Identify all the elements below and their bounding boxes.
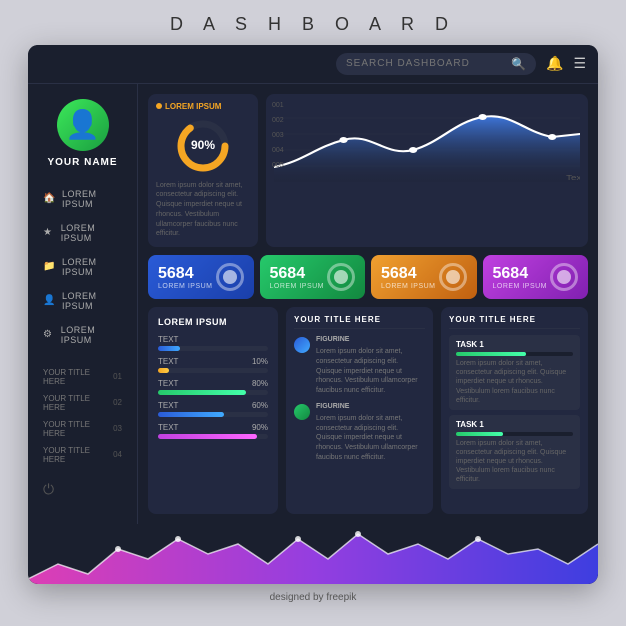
stat-label-1: LOREM IPSUM xyxy=(158,283,213,290)
donut-value: 90% xyxy=(191,138,215,152)
stat-circle-2 xyxy=(327,263,355,291)
info-block-2: FIGURINE Lorem ipsum dolor sit amet, con… xyxy=(294,402,425,463)
donut-widget: LOREM IPSUM 90% Lorem ipsum dolor sit am… xyxy=(148,94,258,248)
tasks-panel: YOUR TITLE HERE TASK 1 Lorem ipsum dolor… xyxy=(441,307,588,513)
header-icons: 🔔 ☰ xyxy=(546,55,586,72)
stat-number-2: 5684 xyxy=(270,265,325,283)
link-num-4: 04 xyxy=(113,450,122,459)
bottom-section: LOREM IPSUM TEXT TEXT xyxy=(148,307,588,513)
nav-item-4[interactable]: 👤 LOREM IPSUM xyxy=(28,285,137,317)
task-title-2: TASK 1 xyxy=(456,420,573,429)
chart-y-labels: 001 002 003 004 005 xyxy=(272,102,284,169)
sidebar-link-3[interactable]: YOUR TITLE HERE 03 xyxy=(38,418,127,440)
donut-desc: Lorem ipsum dolor sit amet, consectetur … xyxy=(156,181,250,240)
link-num-1: 01 xyxy=(113,372,122,381)
link-label-1: YOUR TITLE HERE xyxy=(43,368,113,386)
info-panel-1: YOUR TITLE HERE FIGURINE Lorem ipsum dol… xyxy=(286,307,433,513)
nav-label-5: LOREM IPSUM xyxy=(61,325,122,345)
task-desc-2: Lorem ipsum dolor sit amet, consectetur … xyxy=(456,439,573,484)
task-item-1: TASK 1 Lorem ipsum dolor sit amet, conse… xyxy=(449,335,580,409)
content-area: LOREM IPSUM 90% Lorem ipsum dolor sit am… xyxy=(138,84,598,524)
task-desc-1: Lorem ipsum dolor sit amet, consectetur … xyxy=(456,359,573,404)
dashboard-card: 🔍 🔔 ☰ 👤 YOUR NAME 🏠 LOREM I xyxy=(28,45,598,584)
svg-text:Text: Text xyxy=(566,173,580,181)
sidebar-link-1[interactable]: YOUR TITLE HERE 01 xyxy=(38,366,127,388)
star-icon: ★ xyxy=(43,227,54,238)
stats-row: 5684 LOREM IPSUM 5684 LOREM IPSUM xyxy=(148,255,588,299)
stat-card-3: 5684 LOREM IPSUM xyxy=(371,255,477,299)
info-dot-blue xyxy=(294,337,310,353)
avatar: 👤 xyxy=(57,99,109,151)
user-icon: 👤 xyxy=(43,295,55,306)
progress-title: LOREM IPSUM xyxy=(158,317,268,327)
power-icon[interactable]: ⏻ xyxy=(43,481,54,497)
stat-card-1: 5684 LOREM IPSUM xyxy=(148,255,254,299)
line-chart: 001 002 003 004 005 xyxy=(266,94,588,248)
donut-label: LOREM IPSUM xyxy=(156,102,250,111)
nav-label-3: LOREM IPSUM xyxy=(62,257,122,277)
nav-label-1: LOREM IPSUM xyxy=(62,189,122,209)
menu-icon[interactable]: ☰ xyxy=(573,55,586,72)
sidebar-footer: ⏻ xyxy=(28,471,137,509)
nav-label-4: LOREM IPSUM xyxy=(62,291,122,311)
avatar-area: 👤 YOUR NAME xyxy=(28,99,137,168)
link-num-2: 02 xyxy=(113,398,122,407)
info-panel-title: YOUR TITLE HERE xyxy=(294,315,425,329)
folder-icon: 📁 xyxy=(43,261,55,272)
bell-icon[interactable]: 🔔 xyxy=(546,55,563,72)
search-input[interactable] xyxy=(346,58,505,69)
stat-label-3: LOREM IPSUM xyxy=(381,283,436,290)
user-name: YOUR NAME xyxy=(47,157,117,168)
nav-items: 🏠 LOREM IPSUM ★ LOREM IPSUM 📁 LOREM IPSU… xyxy=(28,183,137,351)
stat-circle-3 xyxy=(439,263,467,291)
avatar-icon: 👤 xyxy=(65,108,100,141)
home-icon: 🏠 xyxy=(43,193,55,204)
stat-number-1: 5684 xyxy=(158,265,213,283)
nav-item-5[interactable]: ⚙ LOREM IPSUM xyxy=(28,319,137,351)
info-block-1: FIGURINE Lorem ipsum dolor sit amet, con… xyxy=(294,335,425,396)
sidebar-link-2[interactable]: YOUR TITLE HERE 02 xyxy=(38,392,127,414)
progress-item-4: TEXT 60% xyxy=(158,401,268,417)
page-title: D A S H B O A R D xyxy=(28,14,598,35)
info-dot-green xyxy=(294,404,310,420)
main-layout: 👤 YOUR NAME 🏠 LOREM IPSUM ★ LOREM IPSUM … xyxy=(28,84,598,524)
progress-widget: LOREM IPSUM TEXT TEXT xyxy=(148,307,278,513)
progress-item-5: TEXT 90% xyxy=(158,423,268,439)
top-row: LOREM IPSUM 90% Lorem ipsum dolor sit am… xyxy=(148,94,588,248)
stat-label-4: LOREM IPSUM xyxy=(493,283,548,290)
stat-number-3: 5684 xyxy=(381,265,436,283)
sidebar-links: YOUR TITLE HERE 01 YOUR TITLE HERE 02 YO… xyxy=(28,361,137,471)
search-icon: 🔍 xyxy=(511,57,526,71)
sidebar: 👤 YOUR NAME 🏠 LOREM IPSUM ★ LOREM IPSUM … xyxy=(28,84,138,524)
link-label-2: YOUR TITLE HERE xyxy=(43,394,113,412)
footer: designed by freepik xyxy=(28,592,598,603)
sidebar-link-4[interactable]: YOUR TITLE HERE 04 xyxy=(38,444,127,466)
bottom-chart xyxy=(28,524,598,584)
stat-card-4: 5684 LOREM IPSUM xyxy=(483,255,589,299)
link-label-3: YOUR TITLE HERE xyxy=(43,420,113,438)
progress-item-1: TEXT xyxy=(158,335,268,351)
stat-label-2: LOREM IPSUM xyxy=(270,283,325,290)
nav-item-3[interactable]: 📁 LOREM IPSUM xyxy=(28,251,137,283)
stat-circle-4 xyxy=(550,263,578,291)
orange-dot xyxy=(156,103,162,109)
nav-item-2[interactable]: ★ LOREM IPSUM xyxy=(28,217,137,249)
task-title-1: TASK 1 xyxy=(456,340,573,349)
link-num-3: 03 xyxy=(113,424,122,433)
stat-circle-1 xyxy=(216,263,244,291)
progress-item-2: TEXT 10% xyxy=(158,357,268,373)
task-item-2: TASK 1 Lorem ipsum dolor sit amet, conse… xyxy=(449,415,580,489)
nav-item-1[interactable]: 🏠 LOREM IPSUM xyxy=(28,183,137,215)
link-label-4: YOUR TITLE HERE xyxy=(43,446,113,464)
nav-label-2: LOREM IPSUM xyxy=(61,223,122,243)
search-bar[interactable]: 🔍 xyxy=(336,53,536,75)
stat-number-4: 5684 xyxy=(493,265,548,283)
progress-item-3: TEXT 80% xyxy=(158,379,268,395)
stat-card-2: 5684 LOREM IPSUM xyxy=(260,255,366,299)
tasks-panel-title: YOUR TITLE HERE xyxy=(449,315,580,329)
header: 🔍 🔔 ☰ xyxy=(28,45,598,84)
gear-icon: ⚙ xyxy=(43,329,54,340)
donut-chart: 90% xyxy=(156,116,250,176)
